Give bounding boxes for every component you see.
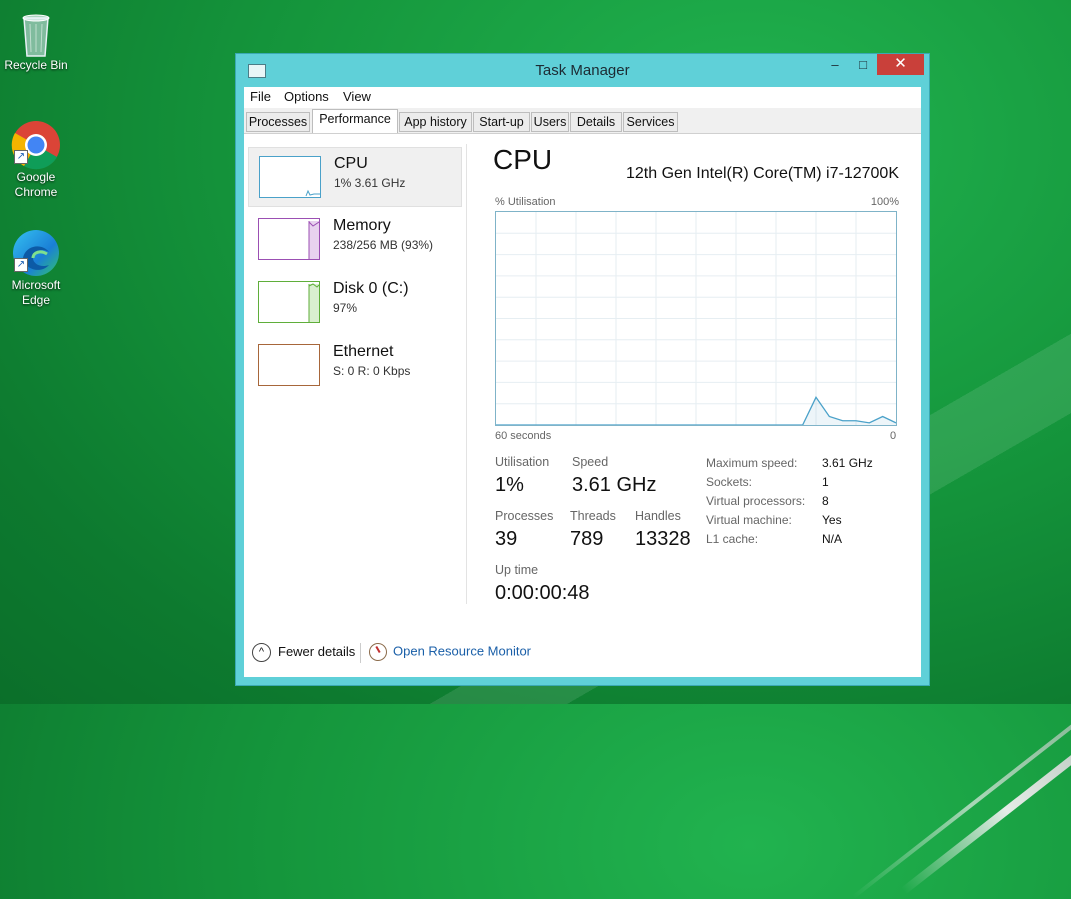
spec-value-virtual-processors: 8	[822, 494, 829, 508]
edge-label: Microsoft Edge	[11, 278, 61, 307]
pane-divider	[466, 144, 467, 604]
resource-item-memory[interactable]: Memory 238/256 MB (93%)	[248, 210, 462, 270]
ethernet-thumbnail-graph	[258, 344, 320, 386]
speed-label: Speed	[572, 455, 609, 469]
desktop-light-streak	[852, 710, 1071, 899]
chrome-icon: ↗	[11, 120, 60, 170]
spec-label-virtual-processors: Virtual processors:	[706, 494, 806, 508]
resource-name: Ethernet	[333, 343, 394, 360]
x-axis-left-label: 60 seconds	[495, 430, 552, 442]
tab-performance[interactable]: Performance	[312, 109, 398, 133]
task-manager-window: Task Manager – □ ✕ File Options View Pro…	[235, 53, 930, 686]
cpu-graph-svg	[496, 212, 897, 426]
tab-details[interactable]: Details	[570, 112, 622, 132]
desktop-light-streak	[901, 727, 1071, 895]
resource-detail: S: 0 R: 0 Kbps	[333, 364, 411, 378]
edge-icon: ↗	[13, 228, 59, 276]
menu-options[interactable]: Options	[284, 89, 329, 104]
spec-value-l1-cache: N/A	[822, 532, 843, 546]
spec-value-virtual-machine: Yes	[822, 513, 842, 527]
tab-app-history[interactable]: App history	[399, 112, 472, 132]
chevron-up-icon: ^	[252, 643, 271, 662]
spec-value-sockets: 1	[822, 475, 829, 489]
footer-divider	[360, 643, 361, 663]
memory-thumbnail-graph	[258, 218, 320, 260]
uptime-label: Up time	[495, 563, 539, 577]
close-button[interactable]: ✕	[877, 54, 924, 75]
fewer-details-label: Fewer details	[278, 643, 356, 659]
resource-name: Disk 0 (C:)	[333, 280, 409, 297]
utilisation-label: Utilisation	[495, 455, 550, 469]
y-axis-label: % Utilisation	[495, 196, 556, 208]
cpu-thumbnail-graph	[259, 156, 321, 198]
shortcut-arrow-icon: ↗	[14, 150, 28, 164]
utilisation-value: 1%	[495, 474, 524, 496]
processes-label: Processes	[495, 509, 554, 523]
resource-name: Memory	[333, 217, 391, 234]
spec-value-maximum-speed: 3.61 GHz	[822, 456, 873, 470]
resource-detail: 238/256 MB (93%)	[333, 238, 434, 252]
spec-label-maximum-speed: Maximum speed:	[706, 456, 798, 470]
handles-value: 13328	[635, 528, 691, 550]
chrome-label: Google Chrome	[14, 170, 58, 199]
tab-processes[interactable]: Processes	[246, 112, 310, 132]
shortcut-arrow-icon: ↗	[14, 258, 28, 272]
cpu-model-name: 12th Gen Intel(R) Core(TM) i7-12700K	[626, 165, 899, 182]
resource-monitor-icon	[369, 643, 387, 661]
recycle-bin-icon	[14, 10, 58, 57]
title-bar[interactable]: Task Manager – □ ✕	[236, 54, 929, 87]
menu-view[interactable]: View	[343, 89, 371, 104]
open-resource-monitor-link[interactable]: Open Resource Monitor	[369, 643, 531, 661]
tab-start-up[interactable]: Start-up	[473, 112, 530, 132]
disk-thumbnail-graph	[258, 281, 320, 323]
spec-label-virtual-machine: Virtual machine:	[706, 513, 792, 527]
threads-label: Threads	[570, 509, 616, 523]
uptime-value: 0:00:00:48	[495, 582, 590, 604]
open-resource-monitor-label: Open Resource Monitor	[393, 643, 532, 659]
resource-item-ethernet[interactable]: Ethernet S: 0 R: 0 Kbps	[248, 336, 462, 396]
menu-file[interactable]: File	[250, 89, 271, 104]
spec-label-l1-cache: L1 cache:	[706, 532, 759, 546]
resource-detail: 97%	[333, 301, 358, 315]
detail-title: CPU	[493, 144, 553, 175]
resource-name: CPU	[334, 155, 368, 172]
tab-users[interactable]: Users	[531, 112, 569, 132]
desktop-icon-label: Recycle Bin	[4, 58, 68, 72]
desktop-icon-google-chrome[interactable]: ↗ Google Chrome	[0, 120, 72, 200]
maximize-button[interactable]: □	[850, 56, 876, 76]
resource-item-disk[interactable]: Disk 0 (C:) 97%	[248, 273, 462, 333]
processes-value: 39	[495, 528, 518, 550]
handles-label: Handles	[635, 509, 681, 523]
desktop-icon-recycle-bin[interactable]: Recycle Bin	[0, 10, 72, 73]
resource-list: CPU 1% 3.61 GHz Memory 238/256 MB (93%) …	[244, 134, 466, 609]
desktop-icon-label: Microsoft Edge	[0, 278, 72, 308]
desktop-icon-microsoft-edge[interactable]: ↗ Microsoft Edge	[0, 228, 72, 308]
menu-bar: File Options View	[244, 87, 921, 107]
window-client-area: File Options View Processes Performance …	[244, 87, 921, 677]
threads-value: 789	[570, 528, 604, 550]
spec-label-sockets: Sockets:	[706, 475, 753, 489]
x-axis-right-label: 0	[890, 430, 897, 442]
y-axis-max-label: 100%	[870, 196, 899, 208]
resource-detail: 1% 3.61 GHz	[334, 176, 406, 190]
resource-item-cpu[interactable]: CPU 1% 3.61 GHz	[248, 147, 462, 207]
tab-services[interactable]: Services	[623, 112, 678, 132]
tab-strip: Processes Performance App history Start-…	[244, 108, 921, 134]
desktop-icon-label: Google Chrome	[0, 170, 72, 200]
speed-value: 3.61 GHz	[572, 474, 657, 496]
cpu-utilisation-graph	[495, 211, 897, 426]
fewer-details-button[interactable]: ^ Fewer details	[252, 643, 355, 662]
footer-separator	[244, 619, 921, 620]
minimize-button[interactable]: –	[822, 56, 848, 76]
